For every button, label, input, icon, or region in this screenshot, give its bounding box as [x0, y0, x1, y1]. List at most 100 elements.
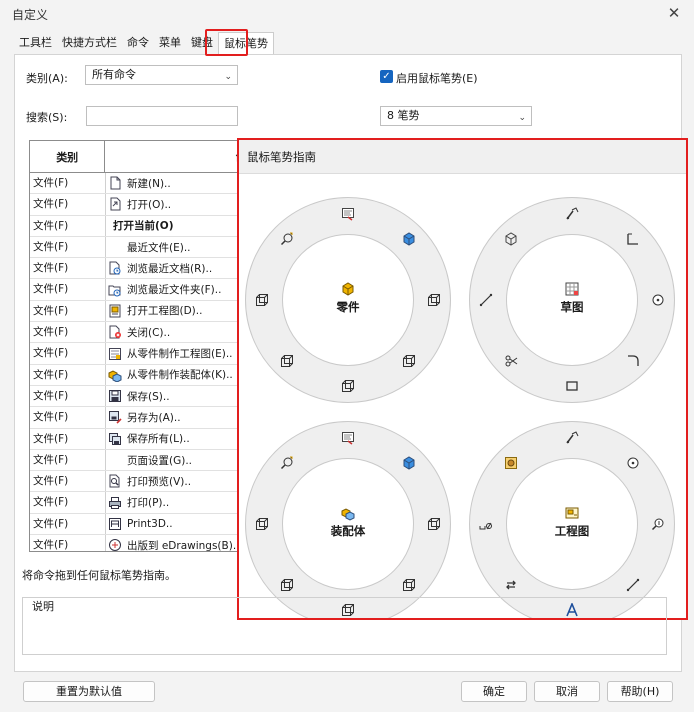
row-category: 文件(F) [30, 236, 106, 258]
make-drawing-icon [108, 347, 122, 361]
reset-defaults-button[interactable]: 重置为默认值 [23, 681, 155, 702]
row-category: 文件(F) [30, 215, 106, 236]
make-assembly-icon [108, 368, 122, 383]
row-category: 文件(F) [30, 258, 106, 279]
edrawings-icon [108, 538, 122, 551]
assembly-icon [340, 505, 356, 521]
row-category: 文件(F) [30, 385, 106, 407]
row-category: 文件(F) [30, 449, 106, 471]
right-view-icon[interactable] [426, 516, 442, 532]
window-title: 自定义 [12, 8, 49, 22]
category-label: 类别(A): [26, 72, 68, 85]
enable-gestures-checkbox[interactable]: ✓ [380, 70, 393, 83]
fillet-icon[interactable] [625, 353, 641, 369]
enable-gestures-label: 启用鼠标笔势(E) [396, 72, 478, 85]
left-view-icon[interactable] [279, 353, 295, 369]
close-file-icon [108, 325, 122, 339]
row-command-label: 出版到 eDrawings(B).. [127, 539, 240, 552]
bottom-view-icon[interactable] [401, 577, 417, 593]
category-select[interactable]: 所有命令 ⌄ [85, 65, 238, 85]
front-view-icon[interactable] [254, 292, 270, 308]
row-category: 文件(F) [30, 535, 106, 551]
tab-commands[interactable]: 命令 [122, 32, 154, 54]
row-category: 文件(F) [30, 428, 106, 449]
ok-button[interactable]: 确定 [461, 681, 527, 702]
row-command-label: Print3D.. [127, 517, 173, 530]
print3d-icon [108, 517, 122, 531]
smart-dimension-icon[interactable] [564, 206, 580, 222]
tab-toolbars[interactable]: 工具栏 [14, 32, 57, 54]
search-input[interactable] [86, 106, 238, 126]
browse-recent-docs-icon [108, 261, 122, 275]
circle-icon[interactable] [650, 292, 666, 308]
save-as-icon [108, 410, 122, 424]
column-header-category[interactable]: 类别 [30, 141, 106, 172]
new-document-icon [108, 176, 122, 190]
save-icon [108, 389, 122, 403]
chevron-down-icon: ⌄ [518, 113, 526, 123]
cancel-button[interactable]: 取消 [534, 681, 600, 702]
corner-rectangle-icon[interactable] [625, 231, 641, 247]
top-view-icon[interactable] [340, 378, 356, 394]
close-icon[interactable]: ✕ [662, 2, 686, 24]
zoom-to-fit-icon[interactable] [279, 455, 295, 471]
tab-highlight-box [205, 29, 248, 56]
right-view-icon[interactable] [426, 292, 442, 308]
bottom-view-icon[interactable] [401, 353, 417, 369]
view-cube-icon[interactable] [503, 231, 519, 247]
tab-menus[interactable]: 菜单 [154, 32, 186, 54]
row-command-label: 从零件制作工程图(E).. [127, 348, 233, 361]
sketch-grid-icon [564, 281, 580, 297]
isometric-view-icon[interactable] [401, 455, 417, 471]
line-icon[interactable] [625, 577, 641, 593]
gesture-guide-label: 装配体 [330, 524, 366, 538]
print-icon [108, 496, 122, 510]
no-icon-spacer [108, 453, 122, 467]
line-icon[interactable] [478, 292, 494, 308]
open-file-icon [108, 197, 122, 211]
row-command-label: 打印(P).. [127, 497, 170, 510]
row-command-label: 浏览最近文档(R).. [127, 262, 213, 275]
chevron-down-icon: ⌄ [224, 72, 232, 82]
front-view-icon[interactable] [254, 516, 270, 532]
sketch-icon[interactable] [340, 430, 356, 446]
description-box [22, 597, 667, 655]
gesture-guide-panel: 鼠标笔势指南 零件 草图 装配体 工程图 [237, 138, 688, 620]
rectangle-icon[interactable] [564, 378, 580, 394]
zoom-icon[interactable] [650, 516, 666, 532]
circle-icon[interactable] [625, 455, 641, 471]
row-command-label: 从零件制作装配体(K).. [127, 369, 233, 382]
row-command-label: 保存(S).. [127, 390, 170, 403]
row-category: 文件(F) [30, 364, 106, 385]
gesture-guide-title: 鼠标笔势指南 [239, 140, 686, 174]
sketch-icon[interactable] [340, 206, 356, 222]
row-category: 文件(F) [30, 471, 106, 492]
zoom-to-fit-icon[interactable] [279, 231, 295, 247]
isometric-view-icon[interactable] [401, 231, 417, 247]
trim-icon[interactable] [503, 353, 519, 369]
gesture-count-select[interactable]: 8 笔势 ⌄ [380, 106, 532, 126]
row-command-label: 浏览最近文件夹(F).. [127, 284, 222, 297]
row-category: 文件(F) [30, 343, 106, 364]
row-category: 文件(F) [30, 279, 106, 300]
row-category: 文件(F) [30, 300, 106, 322]
drag-hint: 将命令拖到任何鼠标笔势指南。 [22, 569, 176, 582]
no-icon-spacer [108, 240, 122, 254]
row-command-label: 最近文件(E).. [127, 241, 191, 254]
row-command-label: 新建(N).. [127, 177, 171, 190]
smart-dimension-icon[interactable] [564, 430, 580, 446]
row-command-label: 打开(O).. [127, 198, 172, 211]
part-icon [340, 281, 356, 297]
left-view-icon[interactable] [279, 577, 295, 593]
rotate-icon[interactable] [503, 577, 519, 593]
datum-icon[interactable] [478, 516, 494, 532]
help-button[interactable]: 帮助(H) [607, 681, 673, 702]
row-command-label: 页面设置(G).. [127, 454, 193, 467]
row-command-label: 另存为(A).. [127, 411, 181, 424]
row-command-label: 关闭(C).. [127, 326, 171, 339]
category-value: 所有命令 [92, 68, 136, 81]
drawing-icon [564, 505, 580, 521]
row-command-label: 打印预览(V).. [127, 475, 192, 488]
model-items-icon[interactable] [503, 455, 519, 471]
tab-shortcut-bar[interactable]: 快捷方式栏 [57, 32, 122, 54]
